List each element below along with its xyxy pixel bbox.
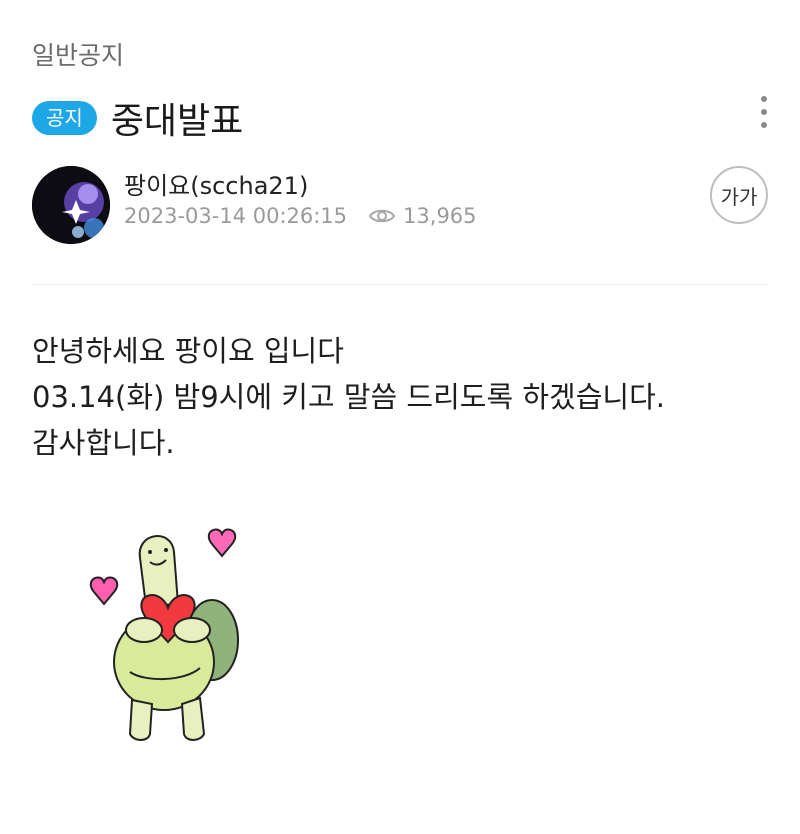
font-size-toggle-button[interactable]: 가가 — [710, 166, 768, 224]
body-line: 감사합니다. — [32, 426, 175, 460]
more-options-icon[interactable] — [752, 96, 776, 128]
body-line: 03.14(화) 밤9시에 키고 말씀 드리도록 하겠습니다. — [32, 380, 665, 414]
post-datetime: 2023-03-14 00:26:15 — [124, 204, 348, 228]
turtle-hearts-sticker — [89, 528, 239, 741]
view-count: 13,965 — [369, 204, 477, 228]
body-line: 안녕하세요 팡이요 입니다 — [32, 334, 344, 368]
view-count-value: 13,965 — [403, 204, 477, 228]
eye-icon — [369, 209, 396, 223]
post-title: 중대발표 — [110, 101, 244, 142]
author-name[interactable]: 팡이요(sccha21) — [124, 166, 308, 201]
divider — [32, 284, 768, 285]
post-body: 안녕하세요 팡이요 입니다 03.14(화) 밤9시에 키고 말씀 드리도록 하… — [32, 328, 665, 466]
board-category[interactable]: 일반공지 — [32, 36, 124, 72]
notice-badge: 공지 — [32, 101, 97, 135]
author-avatar[interactable] — [32, 166, 110, 244]
post-meta: 2023-03-14 00:26:15 13,965 — [124, 204, 477, 228]
post-title-row: 공지 중대발표 — [32, 92, 243, 144]
